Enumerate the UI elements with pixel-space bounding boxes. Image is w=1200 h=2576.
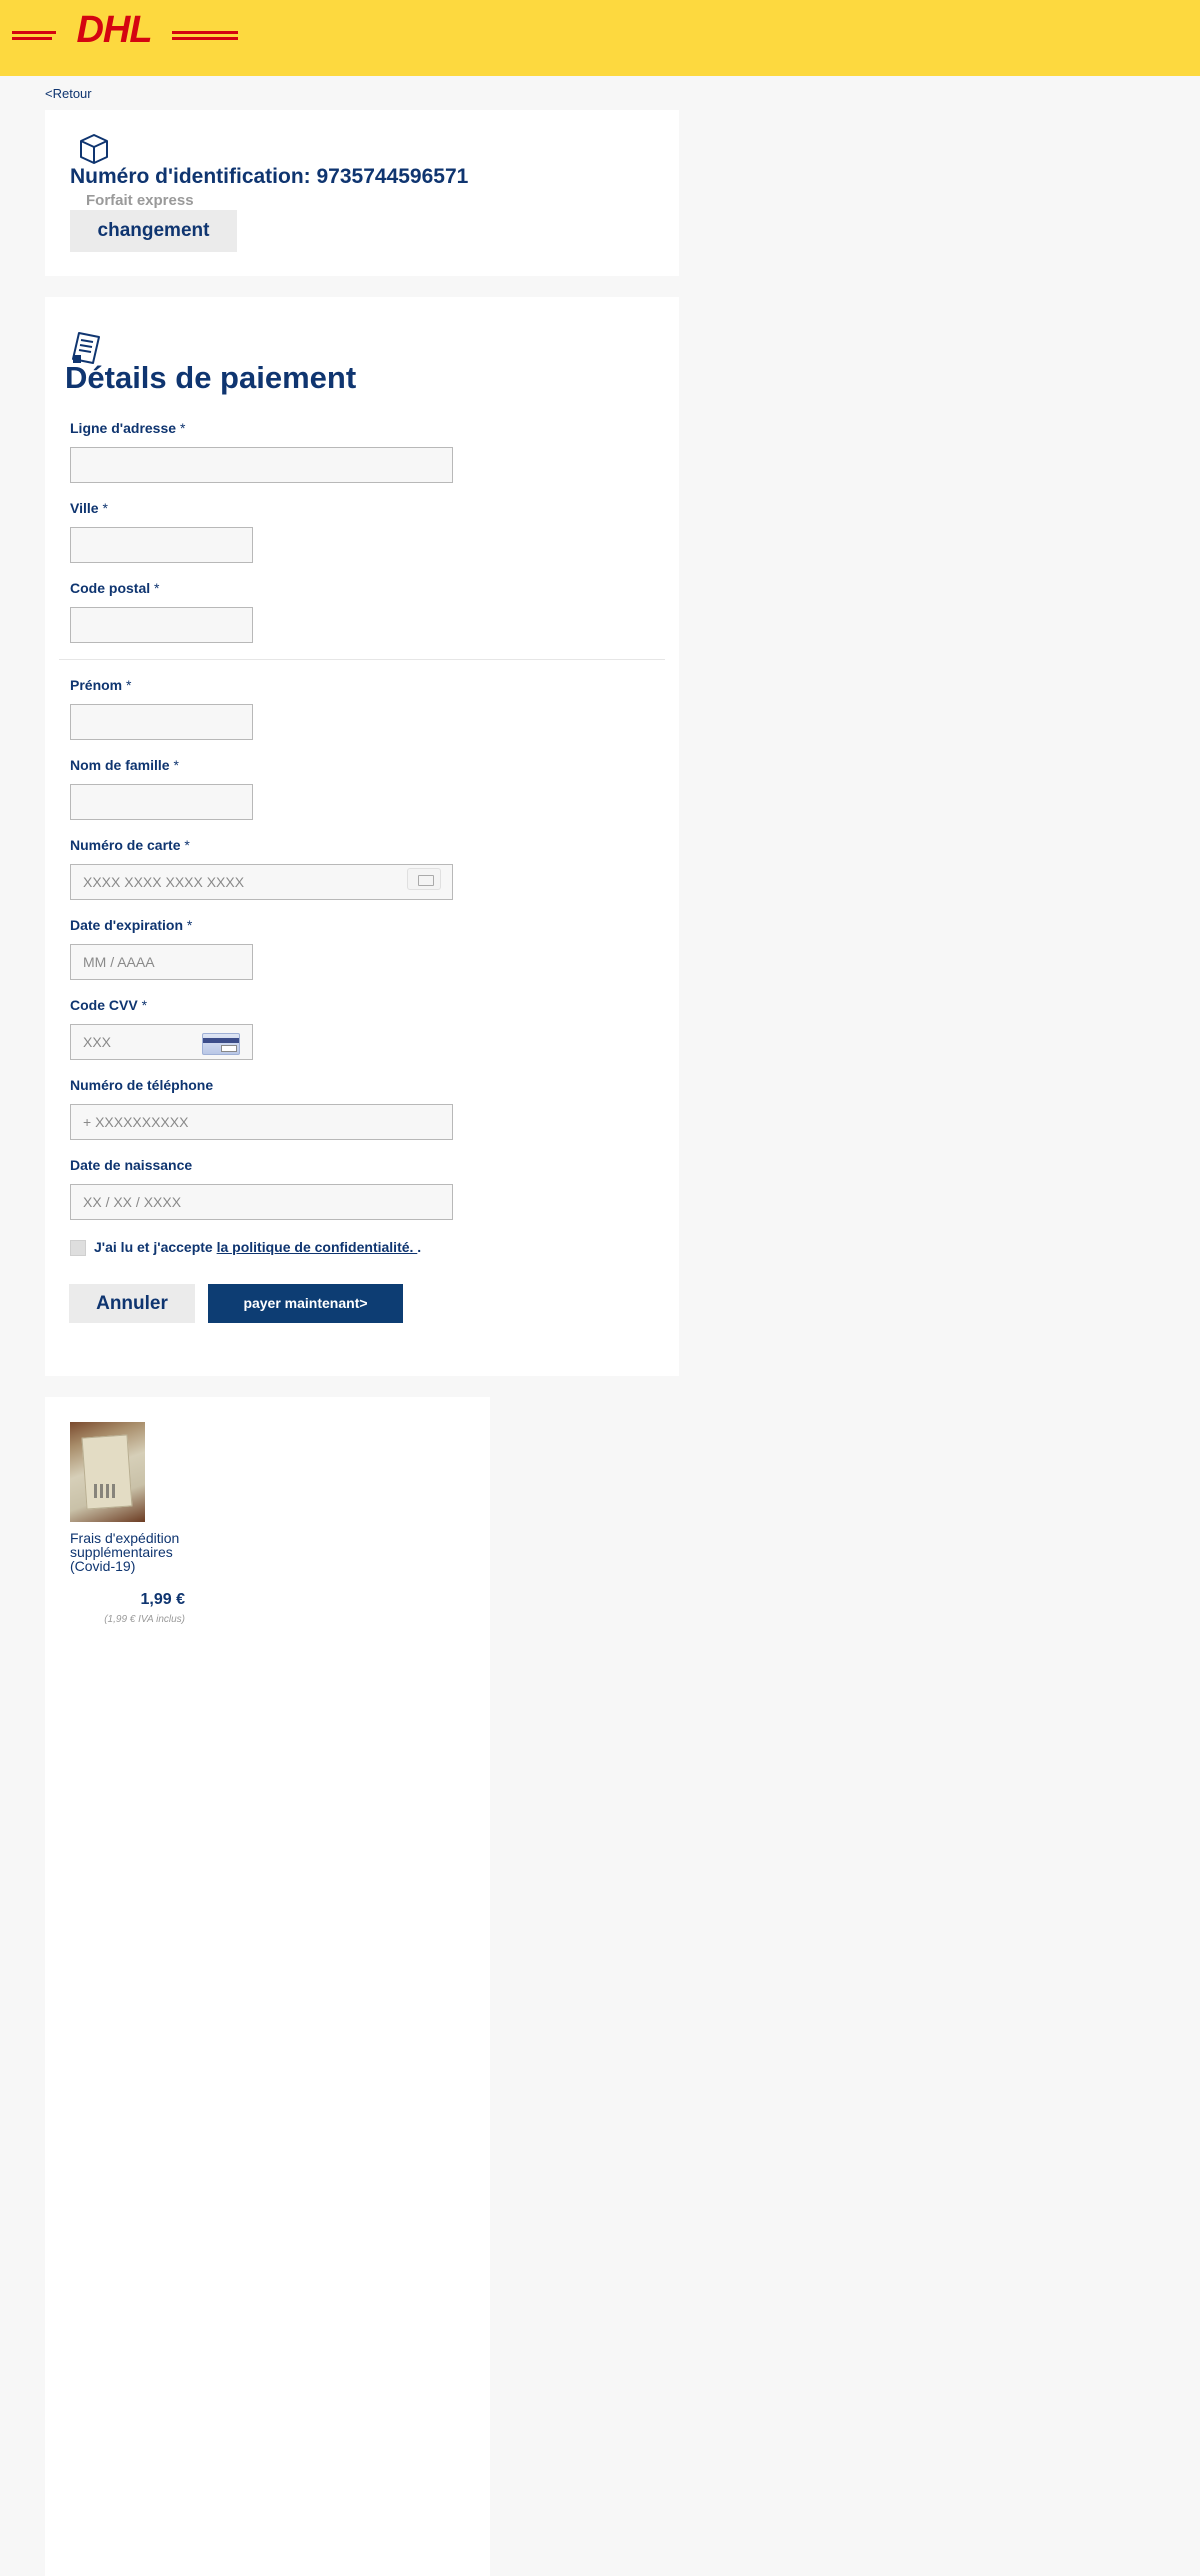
pay-now-button[interactable]: payer maintenant> bbox=[208, 1284, 403, 1323]
product-price: 1,99 € bbox=[140, 1591, 185, 1608]
last-name-input[interactable] bbox=[70, 784, 253, 820]
payment-card: Détails de paiement Ligne d'adresse * Vi… bbox=[45, 297, 679, 1376]
dhl-logo[interactable]: DHL bbox=[12, 12, 238, 48]
last-name-label-text: Nom de famille bbox=[70, 757, 170, 773]
last-name-label: Nom de famille * bbox=[70, 757, 179, 773]
phone-label-text: Numéro de téléphone bbox=[70, 1077, 214, 1093]
required-mark: * bbox=[141, 997, 148, 1013]
tracking-card: Numéro d'identification: 9735744596571 F… bbox=[45, 110, 679, 276]
card-number-label: Numéro de carte * bbox=[70, 837, 190, 853]
required-mark: * bbox=[126, 677, 132, 693]
service-type: Forfait express bbox=[86, 192, 194, 209]
first-name-label: Prénom * bbox=[70, 677, 131, 693]
birth-date-label: Date de naissance bbox=[70, 1157, 192, 1173]
tracking-number: Numéro d'identification: 9735744596571 bbox=[70, 165, 469, 188]
required-mark: * bbox=[186, 917, 193, 933]
first-name-label-text: Prénom bbox=[70, 677, 123, 693]
city-input[interactable] bbox=[70, 527, 253, 563]
birth-date-label-text: Date de naissance bbox=[70, 1157, 193, 1173]
payment-title: Détails de paiement bbox=[65, 360, 357, 395]
cvv-card-icon bbox=[202, 1033, 240, 1055]
change-button[interactable]: changement bbox=[70, 210, 237, 252]
package-icon bbox=[80, 134, 108, 164]
phone-input[interactable] bbox=[70, 1104, 453, 1140]
required-mark: * bbox=[154, 580, 160, 596]
header-bar: DHL bbox=[0, 0, 1200, 76]
required-mark: * bbox=[102, 500, 108, 516]
product-vat-note: (1,99 € IVA inclus) bbox=[104, 1614, 185, 1625]
privacy-checkbox[interactable] bbox=[70, 1240, 86, 1256]
svg-text:DHL: DHL bbox=[76, 12, 151, 48]
required-mark: * bbox=[184, 837, 190, 853]
city-label-text: Ville bbox=[70, 500, 99, 516]
cvv-label: Code CVV * bbox=[70, 997, 147, 1013]
postal-label-text: Code postal bbox=[70, 580, 151, 596]
required-mark: * bbox=[173, 757, 179, 773]
postal-label: Code postal * bbox=[70, 580, 159, 596]
consent-suffix: . bbox=[417, 1239, 422, 1255]
postal-code-input[interactable] bbox=[70, 607, 253, 643]
privacy-policy-link[interactable]: la politique de confidentialité. bbox=[217, 1239, 418, 1255]
first-name-input[interactable] bbox=[70, 704, 253, 740]
product-image bbox=[70, 1422, 145, 1522]
privacy-consent-text: J'ai lu et j'accepte la politique de con… bbox=[94, 1239, 421, 1255]
address-label: Ligne d'adresse * bbox=[70, 420, 185, 436]
cart-card: Frais d'expédition supplémentaires (Covi… bbox=[45, 1397, 490, 2576]
section-divider bbox=[59, 659, 665, 660]
expiry-label-text: Date d'expiration bbox=[70, 917, 184, 933]
phone-label: Numéro de téléphone bbox=[70, 1077, 213, 1093]
product-name: Frais d'expédition supplémentaires (Covi… bbox=[70, 1530, 180, 1574]
address-label-text: Ligne d'adresse bbox=[70, 420, 177, 436]
credit-card-icon bbox=[407, 868, 441, 890]
cancel-button[interactable]: Annuler bbox=[69, 1284, 195, 1323]
back-link[interactable]: <Retour bbox=[45, 86, 92, 101]
cvv-label-text: Code CVV bbox=[70, 997, 138, 1013]
birth-date-input[interactable] bbox=[70, 1184, 453, 1220]
city-label: Ville * bbox=[70, 500, 108, 516]
expiry-label: Date d'expiration * bbox=[70, 917, 192, 933]
expiry-date-input[interactable] bbox=[70, 944, 253, 980]
card-number-label-text: Numéro de carte bbox=[70, 837, 181, 853]
consent-label: J'ai lu et j'accepte bbox=[94, 1239, 217, 1255]
required-mark: * bbox=[179, 420, 186, 436]
address-input[interactable] bbox=[70, 447, 453, 483]
card-number-input[interactable] bbox=[70, 864, 453, 900]
